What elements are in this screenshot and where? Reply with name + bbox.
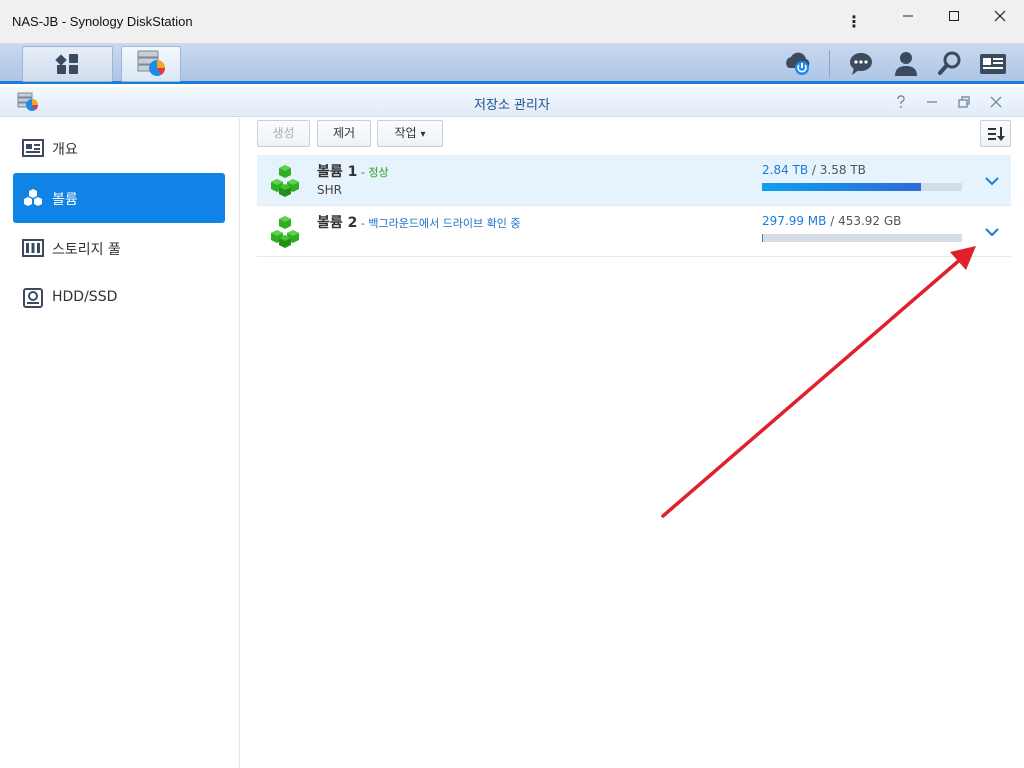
volume-title: 볼륨 1 — [317, 164, 358, 180]
status-separator: - — [357, 166, 369, 179]
usage-text: 2.84 TB / 3.58 TB — [762, 163, 866, 177]
volume-name: 볼륨 2 - 백그라운드에서 드라이브 확인 중 — [317, 212, 521, 232]
help-icon — [897, 95, 905, 108]
sidebar: 개요 볼륨 스토리지 풀 HDD/SSD — [0, 118, 240, 768]
volume-cubes-icon — [271, 165, 299, 197]
tray-divider — [829, 50, 830, 78]
maximize-button[interactable] — [932, 4, 976, 28]
create-button[interactable]: 생성 — [257, 120, 310, 147]
app-title: 저장소 관리자 — [474, 98, 550, 113]
usage-text: 297.99 MB / 453.92 GB — [762, 214, 901, 228]
taskbar-storage-manager[interactable] — [121, 46, 181, 82]
chevron-down-icon[interactable] — [982, 222, 1002, 242]
sidebar-item-hdd-ssd[interactable]: HDD/SSD — [13, 273, 225, 323]
storage-manager-icon — [137, 50, 166, 76]
overview-icon — [22, 139, 44, 157]
sidebar-item-label: HDD/SSD — [52, 289, 118, 305]
total-capacity: 3.58 TB — [819, 163, 866, 177]
volume-row[interactable]: 볼륨 1 - 정상 SHR 2.84 TB / 3.58 TB — [257, 155, 1011, 206]
sidebar-item-storage-pool[interactable]: 스토리지 풀 — [13, 223, 225, 273]
help-button[interactable] — [892, 93, 910, 111]
minimize-icon — [903, 15, 913, 17]
minimize-button[interactable] — [886, 4, 930, 28]
status-separator: - — [357, 217, 369, 230]
usage-separator: / — [808, 163, 820, 177]
used-capacity: 2.84 TB — [762, 163, 809, 177]
app-close-button[interactable] — [987, 93, 1005, 111]
close-icon — [990, 96, 1002, 108]
search-icon[interactable] — [935, 50, 965, 78]
app-restore-button[interactable] — [955, 93, 973, 111]
cloud-sync-icon[interactable] — [783, 50, 813, 78]
widgets-icon[interactable] — [978, 50, 1008, 78]
close-icon — [994, 10, 1006, 22]
maximize-icon — [949, 11, 959, 21]
used-capacity: 297.99 MB — [762, 214, 827, 228]
volume-row[interactable]: 볼륨 2 - 백그라운드에서 드라이브 확인 중 297.99 MB / 453… — [257, 206, 1011, 257]
volume-status: 백그라운드에서 드라이브 확인 중 — [368, 217, 521, 230]
remove-button[interactable]: 제거 — [317, 120, 371, 147]
sidebar-item-label: 스토리지 풀 — [52, 242, 121, 258]
volume-title: 볼륨 2 — [317, 215, 358, 231]
main-menu-button[interactable] — [22, 46, 113, 82]
window-title: NAS-JB - Synology DiskStation — [12, 14, 193, 29]
storage-pool-icon — [22, 239, 44, 257]
volume-type: SHR — [317, 183, 342, 197]
caret-down-icon: ▾ — [420, 129, 426, 140]
volume-cubes-icon — [271, 216, 299, 248]
window-menu-button[interactable]: ⋮ — [832, 10, 876, 34]
app-minimize-button[interactable] — [923, 93, 941, 111]
os-title-bar: NAS-JB - Synology DiskStation ⋮ — [0, 0, 1024, 44]
action-label: 작업 — [394, 126, 417, 140]
restore-icon — [958, 96, 970, 108]
minimize-icon — [927, 101, 937, 103]
main-menu-icon — [55, 54, 78, 74]
sidebar-item-overview[interactable]: 개요 — [13, 123, 225, 173]
volume-panel: 생성 제거 작업 ▾ 볼륨 1 - 정상 SHR 2.84 TB / 3.58 … — [241, 118, 1024, 768]
usage-bar-fill — [762, 234, 763, 242]
app-window-header: 저장소 관리자 — [0, 87, 1024, 117]
volume-status: 정상 — [368, 166, 389, 179]
chat-icon[interactable] — [846, 50, 876, 78]
sidebar-item-label: 볼륨 — [52, 192, 78, 208]
usage-bar — [762, 183, 962, 191]
chevron-down-icon[interactable] — [982, 171, 1002, 191]
sort-button[interactable] — [980, 120, 1011, 147]
hdd-icon — [23, 288, 43, 308]
user-icon[interactable] — [891, 50, 921, 78]
sidebar-item-volume[interactable]: 볼륨 — [13, 173, 225, 223]
total-capacity: 453.92 GB — [838, 214, 902, 228]
dsm-taskbar — [0, 44, 1024, 84]
volume-icon — [24, 189, 42, 206]
close-button[interactable] — [978, 4, 1022, 28]
usage-separator: / — [826, 214, 839, 228]
action-dropdown[interactable]: 작업 ▾ — [377, 120, 443, 147]
sidebar-item-label: 개요 — [52, 142, 78, 158]
sort-icon — [987, 127, 1005, 141]
usage-bar — [762, 234, 962, 242]
volume-name: 볼륨 1 - 정상 — [317, 161, 389, 181]
usage-bar-fill — [762, 183, 921, 191]
